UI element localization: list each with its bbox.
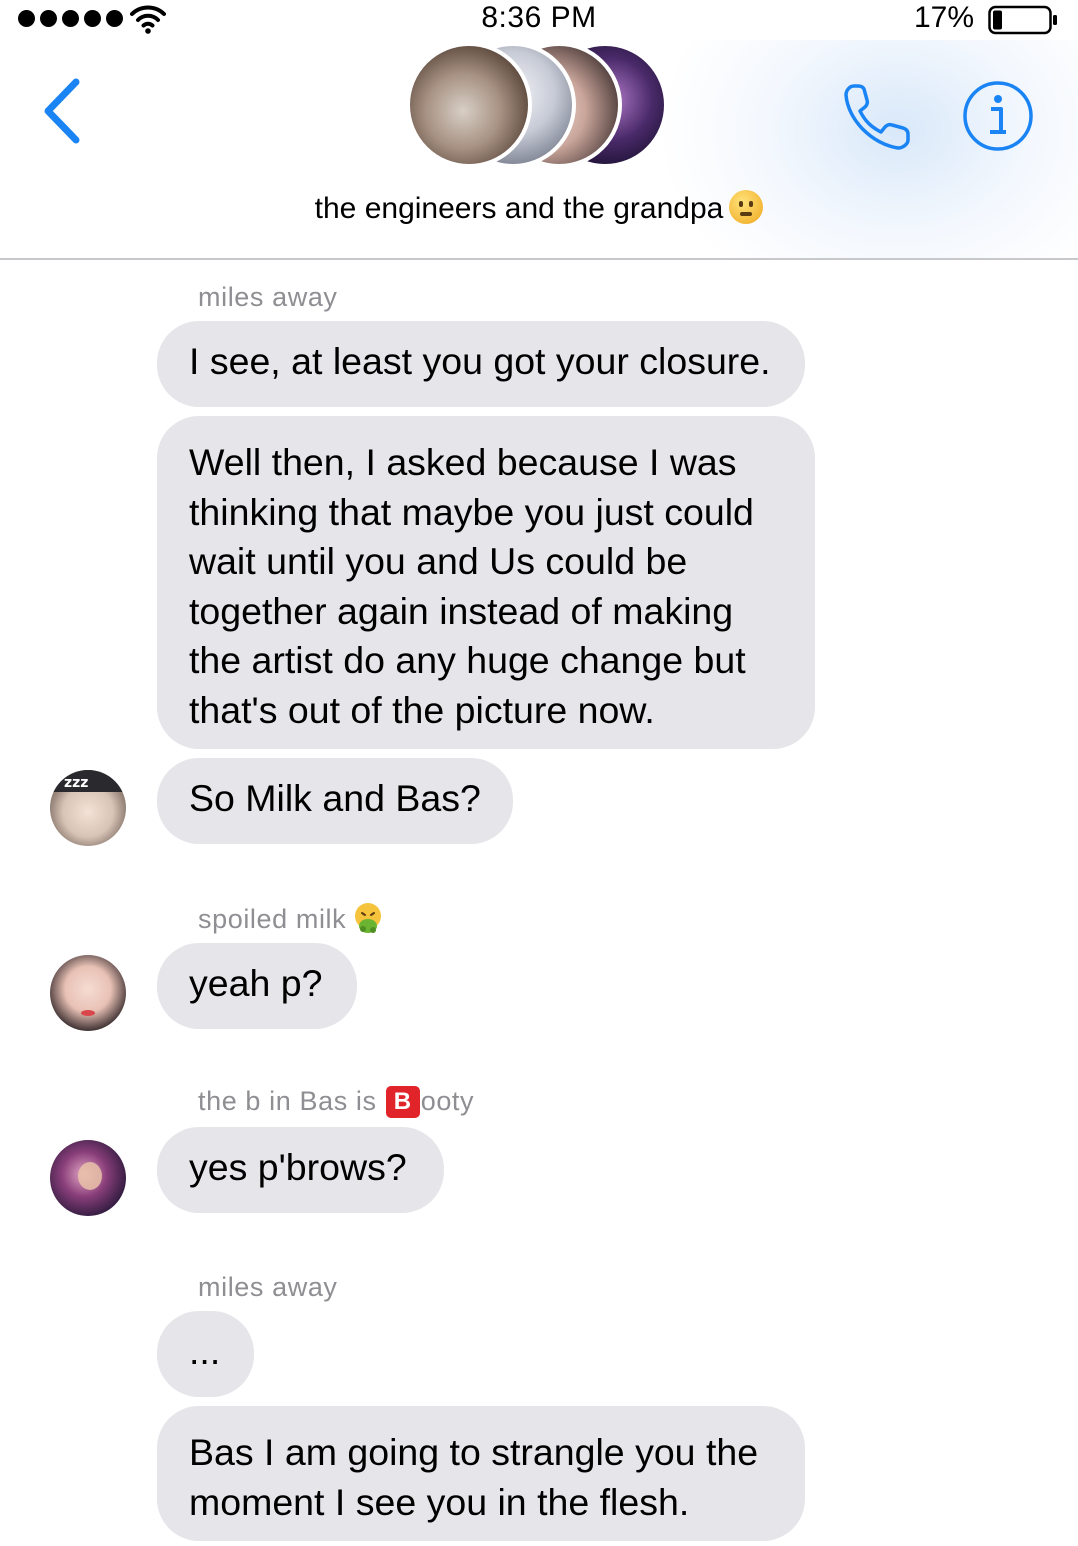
svg-text:zzz: zzz [64,775,88,791]
typing-dots-message[interactable]: ... [157,1311,254,1397]
sender-name-suffix: ooty [420,1086,475,1116]
message-bubble[interactable]: I see, at least you got your closure. [157,321,805,407]
conversation-title[interactable]: the engineers and the grandpa [0,190,1078,226]
message-bubble[interactable]: yeah p? [157,943,357,1029]
battery-percentage: 17% [913,1,974,34]
sender-name: spoiled milk [198,902,384,935]
message-bubble[interactable]: Bas I am going to strangle you the momen… [157,1406,805,1541]
sad-face-emoji [729,190,764,224]
chat-screen: 8:36 PM 17% the engineers and the grandp… [0,0,1078,1546]
avatar[interactable] [50,955,126,1031]
info-icon[interactable] [960,78,1036,154]
group-avatar-stack[interactable] [400,42,680,172]
avatar[interactable] [50,1140,126,1216]
sender-name-prefix: the b in Bas is [198,1086,385,1116]
b-button-emoji: B [385,1086,420,1118]
status-bar: 8:36 PM 17% [0,0,1078,40]
message-bubble[interactable]: Well then, I asked because I was thinkin… [157,416,815,749]
group-name: the engineers and the grandpa [314,192,724,225]
phone-icon[interactable] [840,78,916,154]
battery-icon [988,5,1057,35]
sender-name: the b in Bas is Booty [198,1086,474,1118]
avatar[interactable]: zzz [50,770,126,846]
message-bubble[interactable]: yes p'brows? [157,1127,444,1213]
group-avatar-1 [406,42,532,168]
message-bubble[interactable]: So Milk and Bas? [157,758,513,844]
sender-name: miles away [198,1272,338,1302]
chevron-left-icon[interactable] [38,76,88,146]
conversation-header: the engineers and the grandpa [0,40,1078,260]
vomiting-face-emoji [355,903,382,933]
sender-name: miles away [198,282,338,312]
sender-name-text: spoiled milk [198,904,347,934]
